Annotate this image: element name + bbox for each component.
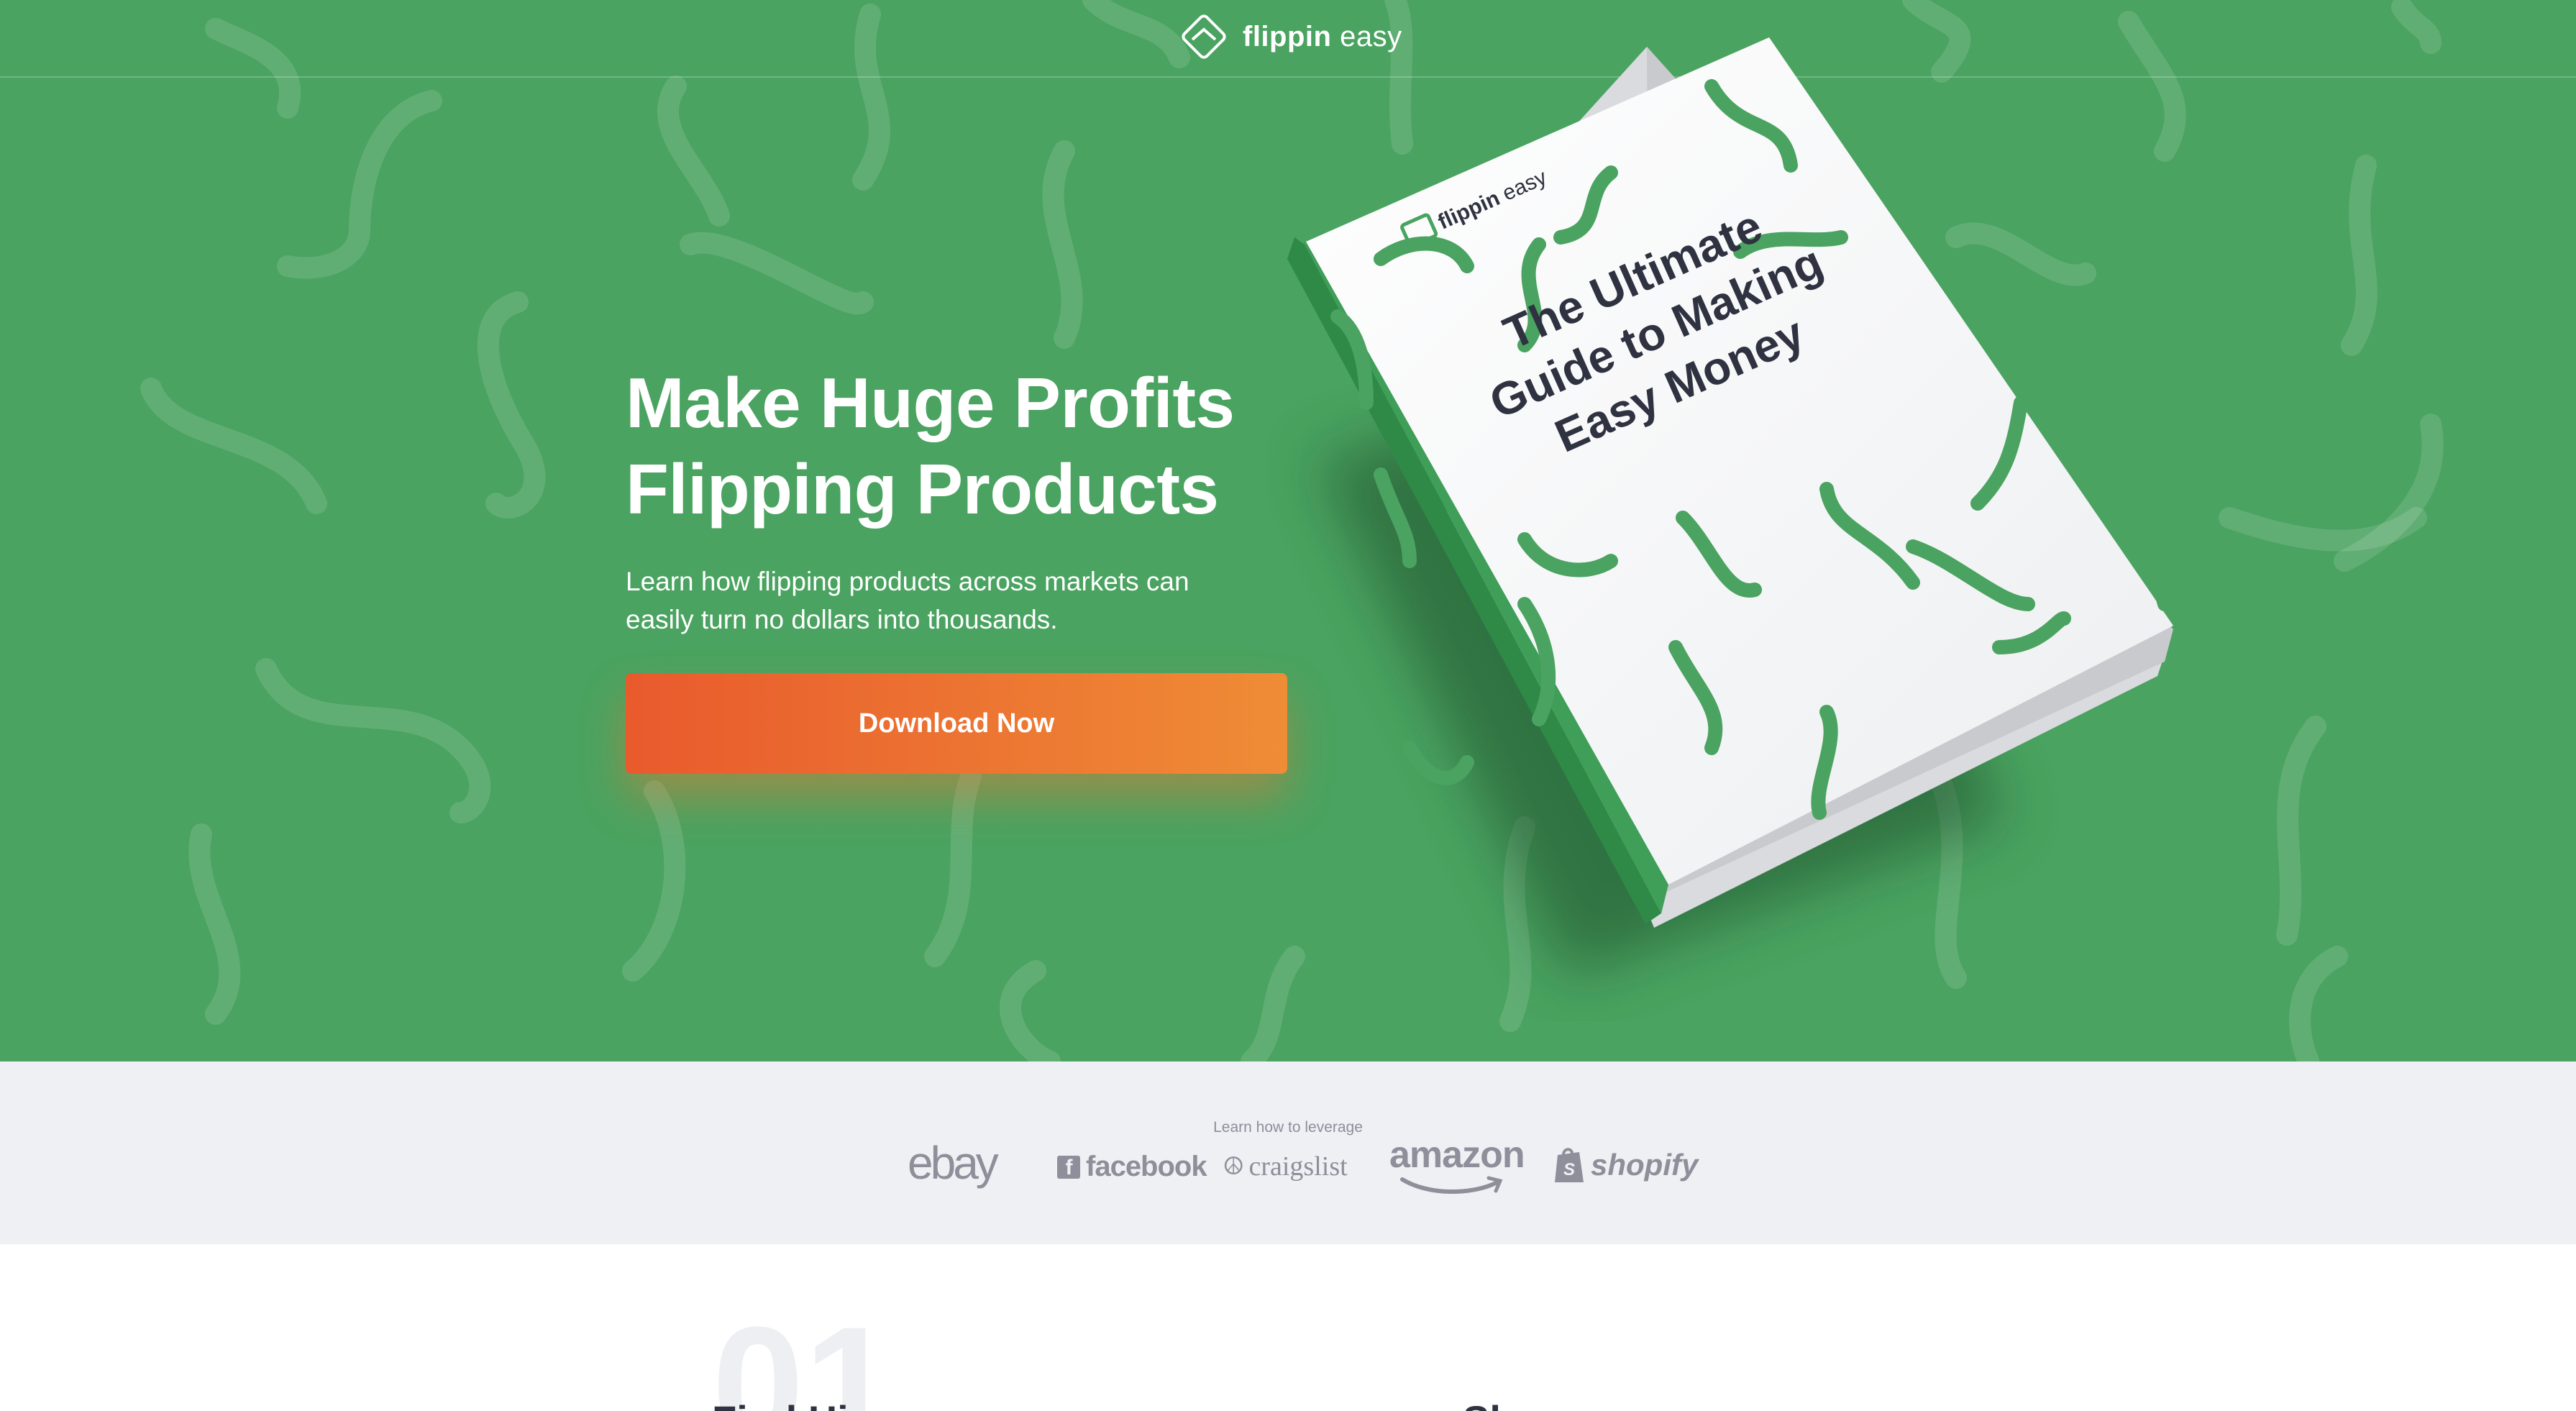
ebay-logo: ebay xyxy=(908,1137,999,1189)
hero-headline: Make Huge Profits Flipping Products xyxy=(626,360,1345,532)
step1-title: Find Hi xyxy=(712,1397,849,1411)
peace-icon: ☮ xyxy=(1223,1152,1245,1181)
hero-headline-line2: Flipping Products xyxy=(626,449,1219,529)
svg-text:S: S xyxy=(1563,1160,1575,1179)
steps-section: 01 Find Hi Sho xyxy=(0,1244,2576,1411)
shopify-logo: S shopify xyxy=(1553,1146,1698,1184)
download-now-button[interactable]: Download Now xyxy=(626,673,1287,774)
craigslist-logo: ☮ craigslist xyxy=(1223,1151,1348,1182)
leverage-label: Learn how to leverage xyxy=(1213,1119,1363,1136)
hero-section: flippin easy Make Huge Profits Flipping … xyxy=(0,0,2576,1061)
marketplaces-band: Learn how to leverage ebay f facebook ☮ … xyxy=(0,1061,2576,1244)
hero-subtext-line2: easily turn no dollars into thousands. xyxy=(626,605,1058,634)
ebook-illustration: flippineasy The Ultimate Guide to Making… xyxy=(1287,37,2173,978)
amazon-logo: amazon xyxy=(1389,1134,1525,1176)
step2-title: Sho xyxy=(1463,1397,1539,1411)
hero-headline-line1: Make Huge Profits xyxy=(626,363,1235,442)
amazon-smile-icon xyxy=(1400,1176,1503,1194)
ebook-cover-image: flippineasy The Ultimate Guide to Making… xyxy=(1266,29,2186,1021)
facebook-icon: f xyxy=(1057,1155,1080,1179)
shopify-bag-icon: S xyxy=(1555,1148,1584,1182)
hero-subtext: Learn how flipping products across marke… xyxy=(626,562,1287,639)
wallet-logo-icon xyxy=(1182,14,1226,59)
hero-subtext-line1: Learn how flipping products across marke… xyxy=(626,567,1189,596)
craigslist-logo-text: craigslist xyxy=(1248,1151,1348,1182)
shopify-logo-text: shopify xyxy=(1591,1148,1699,1182)
facebook-logo-text: facebook xyxy=(1086,1151,1207,1182)
facebook-logo: f facebook xyxy=(1057,1151,1207,1183)
